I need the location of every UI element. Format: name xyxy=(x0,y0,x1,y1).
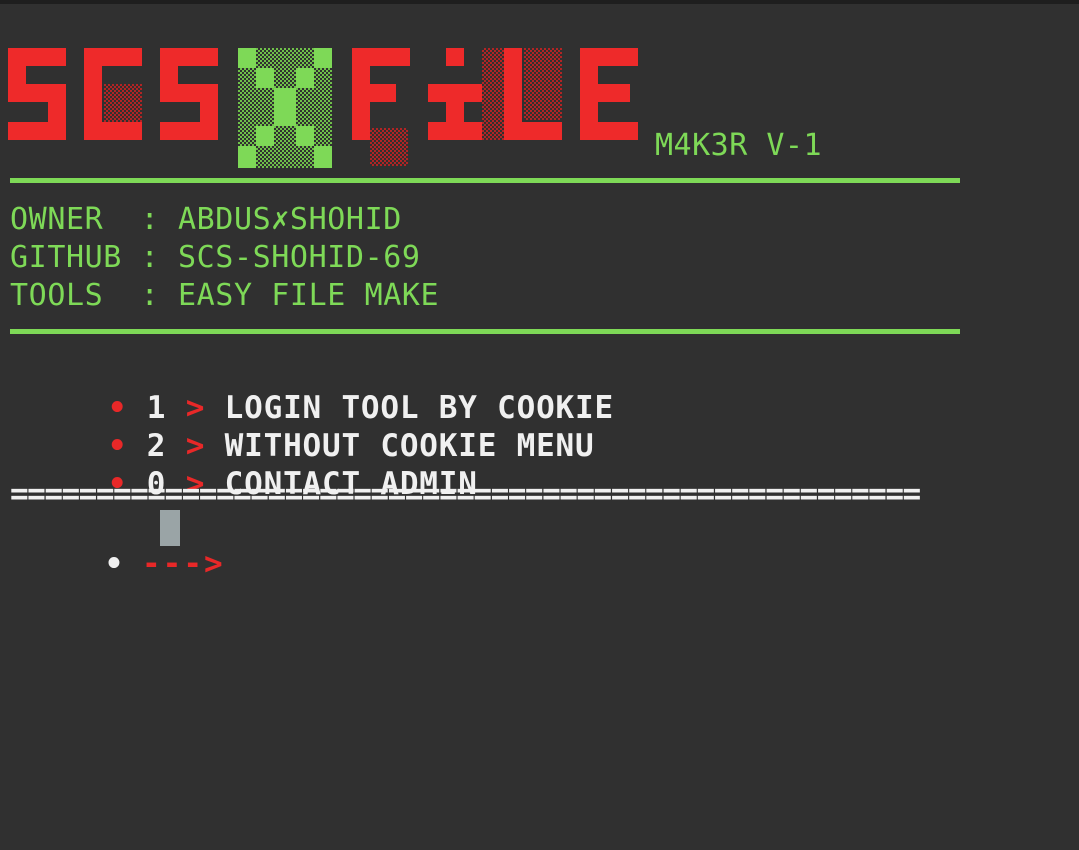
version-label: M4K3R V-1 xyxy=(655,128,823,163)
tools-line: TOOLS : EASY FILE MAKE xyxy=(10,278,440,313)
separator-line: ========================================… xyxy=(10,476,921,512)
divider-bottom xyxy=(10,329,960,334)
logo-art-icon xyxy=(8,48,638,168)
text-cursor[interactable] xyxy=(160,510,180,546)
owner-line: OWNER : ABDUS✗SHOHID xyxy=(10,202,402,237)
divider-top xyxy=(10,178,960,183)
terminal-window: M4K3R V-1 OWNER : ABDUS✗SHOHID GITHUB : … xyxy=(0,0,1079,850)
github-line: GITHUB : SCS-SHOHID-69 xyxy=(10,240,421,275)
prompt-arrow: ---> xyxy=(142,546,225,582)
input-prompt: • ---> xyxy=(30,510,225,618)
prompt-bullet-icon: • xyxy=(104,546,124,582)
logo-banner xyxy=(8,44,648,168)
